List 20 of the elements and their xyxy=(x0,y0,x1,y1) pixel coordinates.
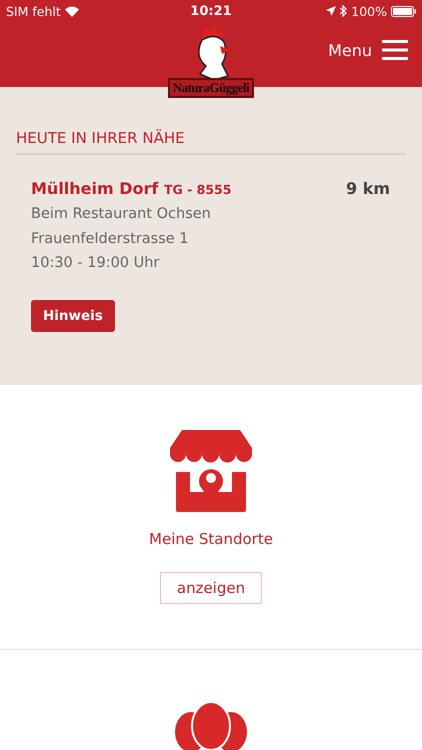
wifi-icon xyxy=(64,6,79,16)
location-icon xyxy=(326,6,336,16)
hint-button[interactable]: Hinweis xyxy=(31,300,115,332)
place-name: Müllheim Dorf TG - 8555 xyxy=(31,179,232,198)
address-line: Beim Restaurant Ochsen xyxy=(31,205,212,224)
menu-icon xyxy=(382,40,408,60)
section-heading: HEUTE IN IHRER NÄHE xyxy=(16,129,406,155)
address-line: Frauenfelderstrasse 1 xyxy=(31,230,190,248)
distance-text: 9 km xyxy=(346,179,390,198)
battery-icon xyxy=(391,6,416,16)
menu-button[interactable]: Menu xyxy=(328,40,408,60)
shop-location-icon xyxy=(170,430,252,512)
logo-text: NaturaGüggeli xyxy=(168,78,254,98)
bluetooth-icon xyxy=(340,5,348,17)
clock-text: 10:21 xyxy=(189,4,233,19)
battery-text: 100% xyxy=(351,4,387,18)
locations-title: Meine Standorte xyxy=(149,530,273,548)
address-line: 10:30 - 19:00 Uhr xyxy=(31,254,160,273)
carrier-text: SIM fehlt xyxy=(6,4,61,18)
show-button[interactable]: anzeigen xyxy=(160,572,262,604)
